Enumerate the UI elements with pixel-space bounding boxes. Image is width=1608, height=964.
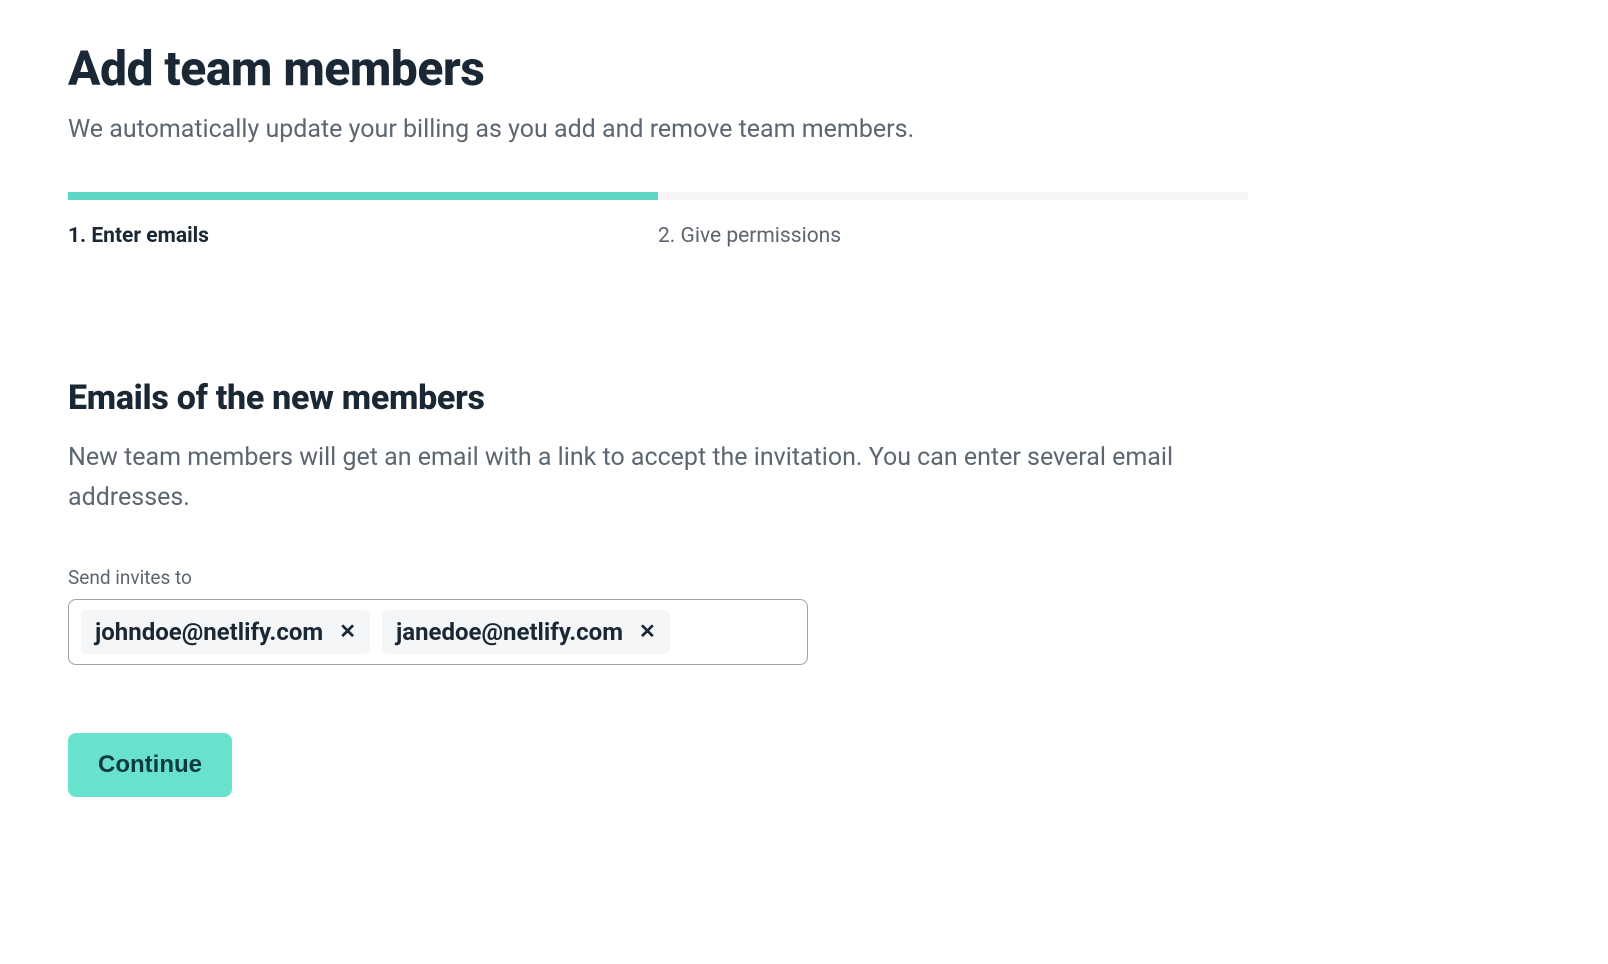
continue-button[interactable]: Continue: [68, 733, 232, 797]
step-enter-emails[interactable]: 1. Enter emails: [68, 212, 658, 248]
email-chip-text: janedoe@netlify.com: [396, 618, 623, 646]
email-input[interactable]: johndoe@netlify.com ✕ janedoe@netlify.co…: [68, 599, 808, 665]
remove-email-button[interactable]: ✕: [339, 622, 356, 642]
email-chip: johndoe@netlify.com ✕: [81, 610, 370, 654]
steps-container: 1. Enter emails 2. Give permissions: [68, 212, 1248, 248]
progress-bar-step-2: [658, 192, 1248, 200]
close-icon: ✕: [339, 622, 356, 642]
page-subtitle: We automatically update your billing as …: [68, 115, 1540, 144]
section-description: New team members will get an email with …: [68, 438, 1248, 518]
page-title: Add team members: [68, 40, 1540, 97]
step-give-permissions[interactable]: 2. Give permissions: [658, 212, 1248, 248]
progress-bar-step-1: [68, 192, 658, 200]
progress-bar-container: [68, 192, 1248, 200]
email-chip-text: johndoe@netlify.com: [95, 618, 323, 646]
close-icon: ✕: [639, 622, 656, 642]
remove-email-button[interactable]: ✕: [639, 622, 656, 642]
section-title: Emails of the new members: [68, 378, 1540, 418]
email-chip: janedoe@netlify.com ✕: [382, 610, 670, 654]
email-input-label: Send invites to: [68, 566, 1540, 589]
